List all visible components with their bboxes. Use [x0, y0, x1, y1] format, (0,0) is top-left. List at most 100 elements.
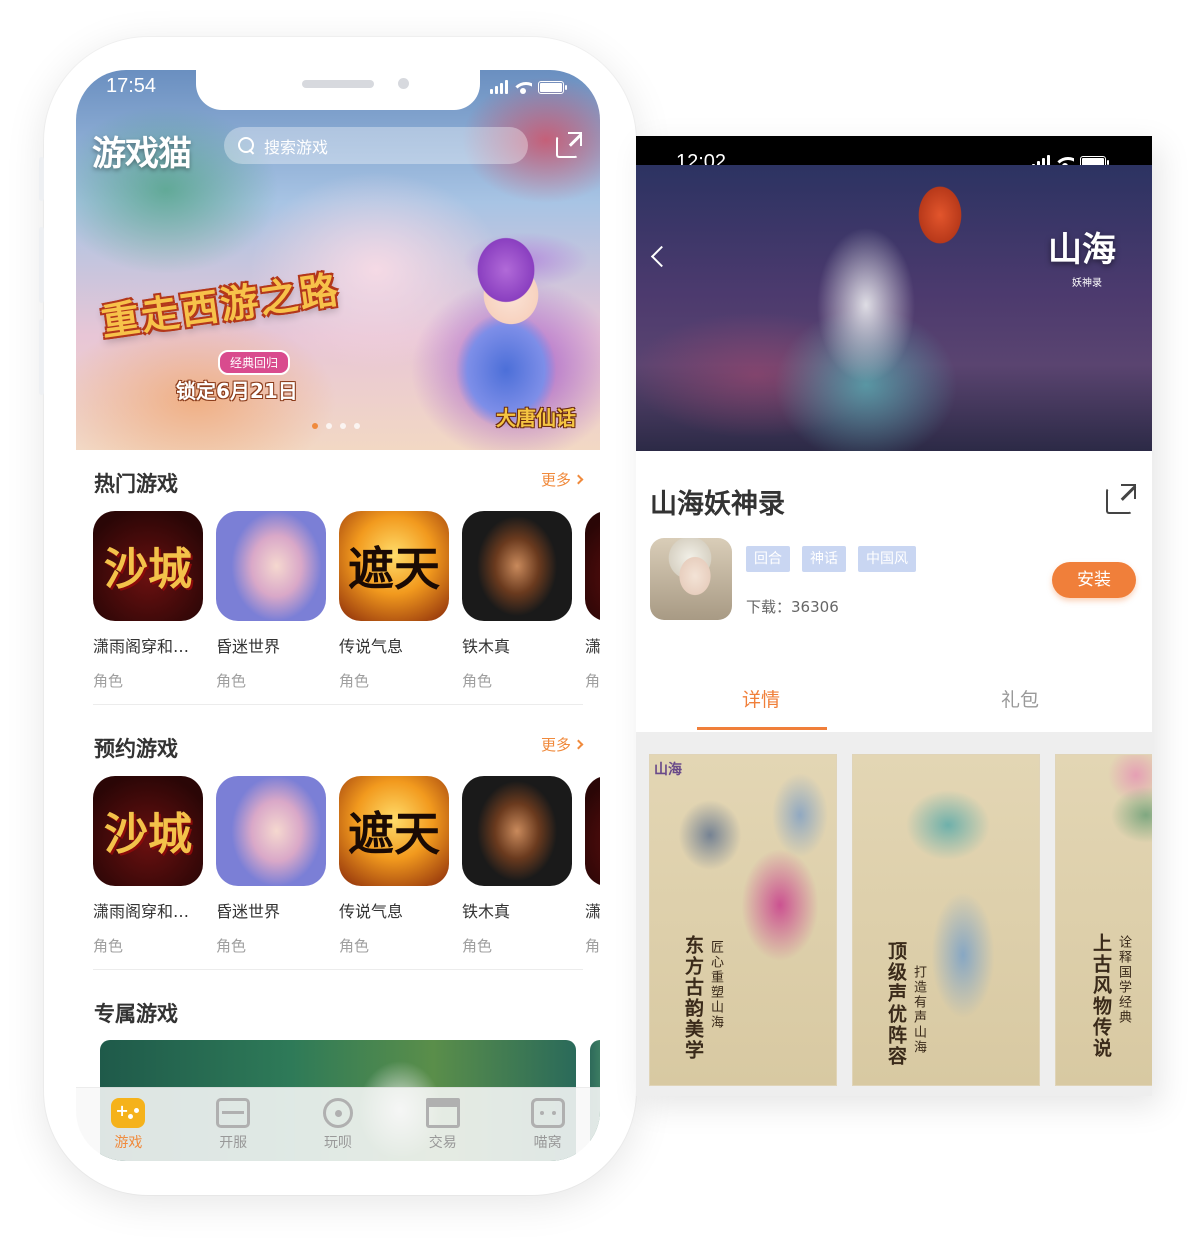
status-bar: 12:02 — [636, 136, 1152, 173]
paw-icon — [322, 1098, 353, 1128]
screenshot-card[interactable]: 顶级声优阵容 打造有声山海 — [852, 754, 1040, 1086]
more-label: 更多 — [540, 471, 571, 489]
reserve-games-list[interactable]: 沙城 潇雨阁穿和欲... 角色 昏迷世界 角色 遮天 传说气息 角色 铁木真 角… — [93, 776, 600, 956]
game-name: 潇雨阁穿和欲... — [93, 902, 203, 921]
banner-brand: 大唐仙话 — [496, 406, 576, 430]
right-phone-screen: 12:02 山海 妖神录 山海妖神录 回合 神话 中国风 下载：36306 安装… — [636, 136, 1152, 1096]
search-icon — [238, 136, 256, 155]
download-label: 下载： — [746, 598, 792, 616]
tab-nest[interactable]: 喵窝 — [508, 1098, 588, 1161]
install-button[interactable]: 安装 — [1052, 562, 1136, 598]
screenshot-caption: 东方古韵美学 — [682, 935, 704, 1061]
game-logo-sub: 妖神录 — [1072, 278, 1102, 289]
game-card[interactable]: 沙城 潇雨阁穿和欲... 角色 — [93, 776, 203, 956]
tab-label: 玩呗 — [323, 1135, 352, 1151]
game-hero-image: 山海 妖神录 — [636, 165, 1152, 451]
banner-title: 重走西游之路 — [98, 267, 343, 345]
screenshot-card[interactable]: 山海 东方古韵美学 匠心重塑山海 — [649, 754, 837, 1086]
game-icon — [462, 511, 572, 621]
game-tag: 神话 — [802, 546, 846, 572]
game-card[interactable]: 沙城 潇雨阁穿和欲... 角色 — [93, 511, 203, 691]
game-icon — [216, 776, 326, 886]
section-title-reserve: 预约游戏 — [94, 737, 178, 761]
game-card[interactable]: 遮天 传说气息 角色 — [339, 776, 449, 956]
more-link-reserve[interactable]: 更多 — [540, 734, 584, 755]
game-card[interactable]: 铁木真 角色 — [462, 511, 572, 691]
wifi-icon — [514, 80, 532, 94]
tab-label: 游戏 — [114, 1135, 143, 1151]
more-label: 更多 — [540, 736, 571, 754]
game-icon — [462, 776, 572, 886]
game-name: 潇 — [585, 637, 600, 656]
game-card[interactable]: 遮天 传说气息 角色 — [339, 511, 449, 691]
screenshot-caption-sub: 打造有声山海 — [911, 965, 926, 1055]
battery-icon — [538, 80, 567, 94]
banner-subtitle: 经典回归 — [218, 350, 291, 375]
shot-logo: 山海 — [654, 762, 682, 778]
speaker-grille — [302, 80, 374, 88]
tab-label: 开服 — [219, 1135, 248, 1151]
game-icon: 沙 — [585, 511, 600, 621]
tab-game[interactable]: 游戏 — [88, 1098, 168, 1161]
tab-play[interactable]: 玩呗 — [298, 1098, 378, 1161]
game-icon: 沙 — [585, 776, 600, 886]
game-card[interactable]: 沙 潇 角 — [585, 511, 600, 691]
game-category: 角色 — [462, 937, 493, 955]
game-card[interactable]: 昏迷世界 角色 — [216, 776, 326, 956]
game-name: 潇雨阁穿和欲... — [93, 637, 203, 656]
tab-details[interactable]: 详情 — [742, 685, 780, 712]
game-icon: 沙城 — [93, 776, 203, 886]
front-camera — [398, 78, 409, 89]
phone-volume-up — [39, 227, 44, 303]
download-count: 下载：36306 — [746, 596, 839, 617]
game-icon: 沙城 — [93, 511, 203, 621]
banner-dot[interactable] — [354, 423, 360, 429]
game-category: 角色 — [339, 672, 370, 690]
screenshot-caption: 顶级声优阵容 — [885, 941, 907, 1067]
section-title-exclusive: 专属游戏 — [94, 1002, 178, 1026]
tab-label: 交易 — [428, 1135, 457, 1151]
back-arrow-icon[interactable] — [650, 245, 673, 268]
chevron-right-icon — [573, 474, 584, 485]
screenshot-caption: 上古风物传说 — [1090, 933, 1112, 1059]
game-category: 角色 — [462, 672, 493, 690]
gamepad-icon — [111, 1098, 146, 1128]
calendar-icon — [216, 1098, 251, 1128]
game-name: 铁木真 — [462, 902, 511, 921]
game-name: 传说气息 — [339, 902, 404, 921]
game-tag: 中国风 — [858, 546, 916, 572]
app-logo: 游戏猫 — [92, 134, 192, 174]
more-link-hot[interactable]: 更多 — [540, 469, 584, 490]
game-category: 角 — [585, 937, 600, 955]
game-card[interactable]: 沙 潇 角 — [585, 776, 600, 956]
game-category: 角色 — [339, 937, 370, 955]
banner-pagination[interactable] — [312, 423, 360, 429]
shop-icon — [425, 1098, 460, 1128]
hot-games-list[interactable]: 沙城 潇雨阁穿和欲... 角色 昏迷世界 角色 遮天 传说气息 角色 铁木真 角… — [93, 511, 600, 691]
game-name: 传说气息 — [339, 637, 404, 656]
phone-volume-down — [39, 319, 44, 395]
tab-gifts[interactable]: 礼包 — [1001, 685, 1039, 712]
game-card[interactable]: 铁木真 角色 — [462, 776, 572, 956]
cat-icon — [530, 1098, 565, 1128]
tab-server[interactable]: 开服 — [193, 1098, 273, 1161]
banner-date: 锁定6月21日 — [176, 379, 298, 403]
banner-dot[interactable] — [312, 423, 318, 429]
game-name: 铁木真 — [462, 637, 511, 656]
share-icon[interactable] — [556, 132, 582, 158]
signal-icon — [490, 80, 508, 94]
banner-dot[interactable] — [340, 423, 346, 429]
tab-indicator — [697, 727, 827, 730]
section-title-hot: 热门游戏 — [94, 472, 178, 496]
share-icon[interactable] — [1106, 484, 1136, 514]
game-card[interactable]: 昏迷世界 角色 — [216, 511, 326, 691]
search-input[interactable]: 搜索游戏 — [224, 127, 528, 164]
screenshot-card[interactable]: 上古风物传说 诠释国学经典 — [1055, 754, 1152, 1086]
game-logo: 山海 — [1048, 230, 1116, 270]
phone-silent-switch — [39, 157, 44, 201]
game-category: 角色 — [216, 937, 247, 955]
banner-dot[interactable] — [326, 423, 332, 429]
status-icons — [490, 80, 567, 94]
tab-trade[interactable]: 交易 — [403, 1098, 483, 1161]
section-divider — [93, 969, 583, 970]
